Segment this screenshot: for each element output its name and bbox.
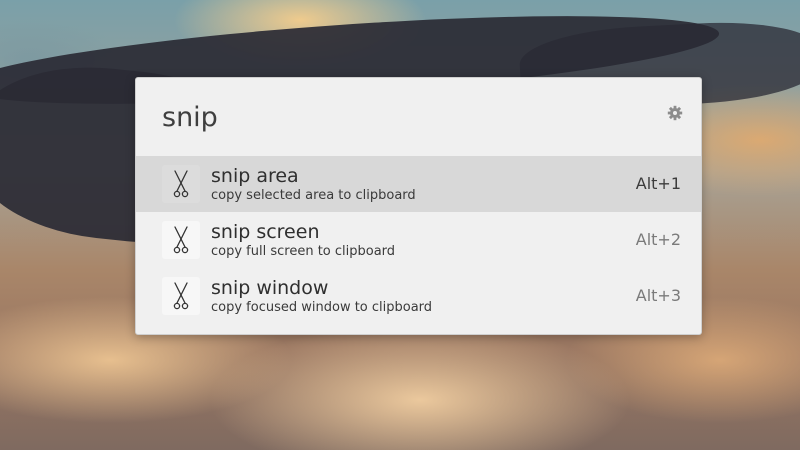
result-description: copy focused window to clipboard [211,300,433,315]
result-shortcut: Alt+2 [635,230,681,249]
launcher-window: snip area copy selected area to clipboar… [135,77,702,335]
result-title: snip window [211,277,329,299]
scissors-icon [162,165,200,203]
result-item-snip-screen[interactable]: snip screen copy full screen to clipboar… [136,212,701,268]
result-description: copy full screen to clipboard [211,244,396,259]
result-title: snip screen [211,221,320,243]
result-text: snip area copy selected area to clipboar… [211,165,416,204]
result-item-snip-area[interactable]: snip area copy selected area to clipboar… [136,156,701,212]
result-text: snip screen copy full screen to clipboar… [211,221,395,260]
scissors-icon [162,221,200,259]
result-shortcut: Alt+1 [635,174,681,193]
search-input[interactable] [162,97,622,137]
result-description: copy selected area to clipboard [211,188,416,203]
result-text: snip window copy focused window to clipb… [211,277,432,316]
query-bar [136,78,701,156]
result-shortcut: Alt+3 [635,286,681,305]
result-item-snip-window[interactable]: snip window copy focused window to clipb… [136,268,701,324]
scissors-icon [162,277,200,315]
result-title: snip area [211,165,299,187]
results-list: snip area copy selected area to clipboar… [136,156,701,324]
gear-icon[interactable] [667,105,683,121]
